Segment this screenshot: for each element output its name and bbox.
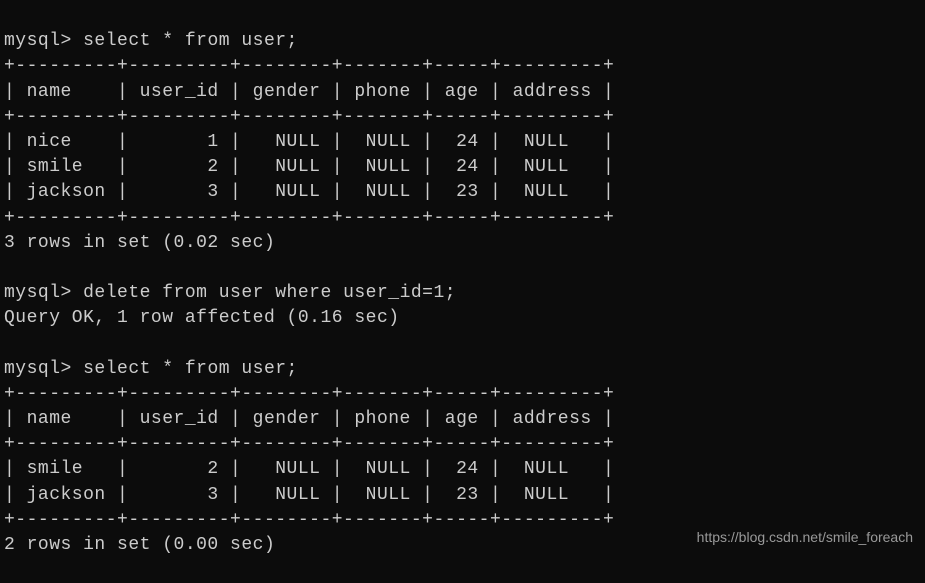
table2-border-bot: +---------+---------+--------+-------+--… xyxy=(4,510,614,530)
prompt-1: mysql> xyxy=(4,31,72,51)
table2-row-1: | jackson | 3 | NULL | NULL | 23 | NULL … xyxy=(4,485,614,505)
terminal-output: mysql> select * from user; +---------+--… xyxy=(4,4,921,583)
table1-row-1: | smile | 2 | NULL | NULL | 24 | NULL | xyxy=(4,157,614,177)
table1-row-0: | nice | 1 | NULL | NULL | 24 | NULL | xyxy=(4,132,614,152)
table1-border-bot: +---------+---------+--------+-------+--… xyxy=(4,208,614,228)
table1-row-2: | jackson | 3 | NULL | NULL | 23 | NULL … xyxy=(4,182,614,202)
table1-border-top: +---------+---------+--------+-------+--… xyxy=(4,56,614,76)
command-select-2: select * from user; xyxy=(83,359,298,379)
table1-header: | name | user_id | gender | phone | age … xyxy=(4,82,614,102)
table2-row-0: | smile | 2 | NULL | NULL | 24 | NULL | xyxy=(4,459,614,479)
table1-border-mid: +---------+---------+--------+-------+--… xyxy=(4,107,614,127)
command-delete: delete from user where user_id=1; xyxy=(83,283,456,303)
table2-header: | name | user_id | gender | phone | age … xyxy=(4,409,614,429)
table2-border-top: +---------+---------+--------+-------+--… xyxy=(4,384,614,404)
command-select-1: select * from user; xyxy=(83,31,298,51)
table1-result: 3 rows in set (0.02 sec) xyxy=(4,233,275,253)
prompt-3: mysql> xyxy=(4,359,72,379)
table2-border-mid: +---------+---------+--------+-------+--… xyxy=(4,434,614,454)
terminal-content: mysql> select * from user; +---------+--… xyxy=(4,29,921,558)
table2-result: 2 rows in set (0.00 sec) xyxy=(4,535,275,555)
prompt-2: mysql> xyxy=(4,283,72,303)
delete-result: Query OK, 1 row affected (0.16 sec) xyxy=(4,308,400,328)
watermark-url: https://blog.csdn.net/smile_foreach xyxy=(697,528,913,548)
